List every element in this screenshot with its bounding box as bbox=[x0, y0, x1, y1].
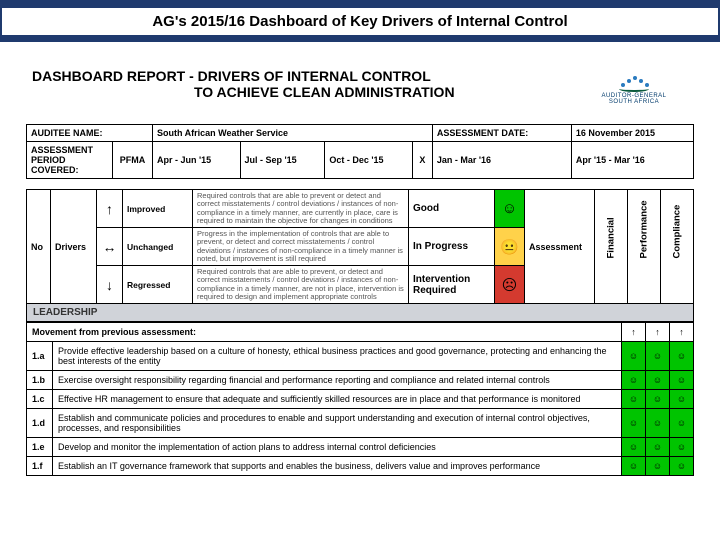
legend-desc-prog: Progress in the implementation of contro… bbox=[193, 228, 409, 266]
row-no: 1.e bbox=[27, 438, 53, 457]
smile-icon: ☺ bbox=[670, 390, 694, 409]
report-sheet: DASHBOARD REPORT - DRIVERS OF INTERNAL C… bbox=[0, 42, 720, 476]
col-compliance: Compliance bbox=[661, 190, 694, 304]
period-q4: Jan - Mar '16 bbox=[432, 142, 571, 179]
row-no: 1.d bbox=[27, 409, 53, 438]
period-q1: Apr - Jun '15 bbox=[153, 142, 241, 179]
row-text: Establish and communicate policies and p… bbox=[53, 409, 622, 438]
col-no: No bbox=[27, 190, 51, 304]
smile-icon: ☺ bbox=[646, 390, 670, 409]
report-title-line2: TO ACHIEVE CLEAN ADMINISTRATION bbox=[32, 84, 574, 100]
neutral-icon: 😐 bbox=[495, 228, 525, 266]
smile-icon: ☺ bbox=[646, 409, 670, 438]
period-q3-mark: X bbox=[412, 142, 432, 179]
smile-icon: ☺ bbox=[622, 409, 646, 438]
report-title-line1: DASHBOARD REPORT - DRIVERS OF INTERNAL C… bbox=[32, 68, 431, 84]
movement-row: Movement from previous assessment: ↑ ↑ ↑ bbox=[27, 323, 694, 342]
col-performance: Performance bbox=[628, 190, 661, 304]
auditee-label: AUDITEE NAME: bbox=[27, 125, 153, 142]
smile-icon: ☺ bbox=[646, 457, 670, 476]
pfma-label: PFMA bbox=[113, 142, 153, 179]
smile-icon: ☺ bbox=[670, 371, 694, 390]
body-table: Movement from previous assessment: ↑ ↑ ↑… bbox=[26, 322, 694, 476]
meta-table: AUDITEE NAME: South African Weather Serv… bbox=[26, 124, 694, 179]
smile-icon: ☺ bbox=[670, 457, 694, 476]
row-text: Exercise oversight responsibility regard… bbox=[53, 371, 622, 390]
page-title: AG's 2015/16 Dashboard of Key Drivers of… bbox=[2, 8, 718, 35]
row-text: Develop and monitor the implementation o… bbox=[53, 438, 622, 457]
movement-comp: ↑ bbox=[670, 323, 694, 342]
smile-icon: ☺ bbox=[622, 342, 646, 371]
arrow-up-icon: ↑ bbox=[97, 190, 123, 228]
title-banner: AG's 2015/16 Dashboard of Key Drivers of… bbox=[0, 0, 720, 42]
table-row: 1.d Establish and communicate policies a… bbox=[27, 409, 694, 438]
smile-icon: ☺ bbox=[646, 438, 670, 457]
ag-logo: AUDITOR-GENERAL SOUTH AFRICA bbox=[574, 64, 694, 114]
auditee-value: South African Weather Service bbox=[153, 125, 433, 142]
table-row: 1.e Develop and monitor the implementati… bbox=[27, 438, 694, 457]
period-label: ASSESSMENT PERIOD COVERED: bbox=[27, 142, 113, 179]
movement-perf: ↑ bbox=[646, 323, 670, 342]
legend-unchanged: Unchanged bbox=[123, 228, 193, 266]
arrow-down-icon: ↓ bbox=[97, 266, 123, 304]
legend-desc-bad: Required controls that are able to preve… bbox=[193, 266, 409, 304]
arrow-lr-icon: ↔ bbox=[97, 228, 123, 266]
row-text: Provide effective leadership based on a … bbox=[53, 342, 622, 371]
row-no: 1.f bbox=[27, 457, 53, 476]
smile-icon: ☺ bbox=[670, 409, 694, 438]
smile-icon: ☺ bbox=[646, 371, 670, 390]
smile-icon: ☺ bbox=[670, 438, 694, 457]
report-title: DASHBOARD REPORT - DRIVERS OF INTERNAL C… bbox=[26, 64, 574, 100]
smile-icon: ☺ bbox=[622, 390, 646, 409]
col-financial: Financial bbox=[595, 190, 628, 304]
period-q2: Jul - Sep '15 bbox=[240, 142, 325, 179]
smile-icon: ☺ bbox=[622, 371, 646, 390]
logo-text-2: SOUTH AFRICA bbox=[609, 99, 659, 105]
table-row: 1.a Provide effective leadership based o… bbox=[27, 342, 694, 371]
smile-icon: ☺ bbox=[495, 190, 525, 228]
assess-date-label: ASSESSMENT DATE: bbox=[432, 125, 571, 142]
movement-label: Movement from previous assessment: bbox=[27, 323, 622, 342]
row-no: 1.a bbox=[27, 342, 53, 371]
section-leadership: LEADERSHIP bbox=[27, 304, 694, 322]
table-row: 1.b Exercise oversight responsibility re… bbox=[27, 371, 694, 390]
legend-inprogress: In Progress bbox=[409, 228, 495, 266]
movement-fin: ↑ bbox=[622, 323, 646, 342]
col-drivers: Drivers bbox=[51, 190, 97, 304]
logo-mark-icon bbox=[617, 73, 651, 91]
smile-icon: ☺ bbox=[646, 342, 670, 371]
period-full: Apr '15 - Mar '16 bbox=[571, 142, 693, 179]
report-header: DASHBOARD REPORT - DRIVERS OF INTERNAL C… bbox=[26, 64, 694, 114]
legend-regressed: Regressed bbox=[123, 266, 193, 304]
table-row: 1.f Establish an IT governance framework… bbox=[27, 457, 694, 476]
legend-desc-good: Required controls that are able to preve… bbox=[193, 190, 409, 228]
legend-good: Good bbox=[409, 190, 495, 228]
row-no: 1.c bbox=[27, 390, 53, 409]
legend-table: No Drivers ↑ Improved Required controls … bbox=[26, 189, 694, 322]
assess-date-value: 16 November 2015 bbox=[571, 125, 693, 142]
frown-icon: ☹ bbox=[495, 266, 525, 304]
period-q3: Oct - Dec '15 bbox=[325, 142, 413, 179]
row-text: Effective HR management to ensure that a… bbox=[53, 390, 622, 409]
smile-icon: ☺ bbox=[622, 438, 646, 457]
row-no: 1.b bbox=[27, 371, 53, 390]
smile-icon: ☺ bbox=[670, 342, 694, 371]
smile-icon: ☺ bbox=[622, 457, 646, 476]
col-assessment: Assessment bbox=[525, 190, 595, 304]
legend-improved: Improved bbox=[123, 190, 193, 228]
table-row: 1.c Effective HR management to ensure th… bbox=[27, 390, 694, 409]
row-text: Establish an IT governance framework tha… bbox=[53, 457, 622, 476]
legend-intervention: Intervention Required bbox=[409, 266, 495, 304]
